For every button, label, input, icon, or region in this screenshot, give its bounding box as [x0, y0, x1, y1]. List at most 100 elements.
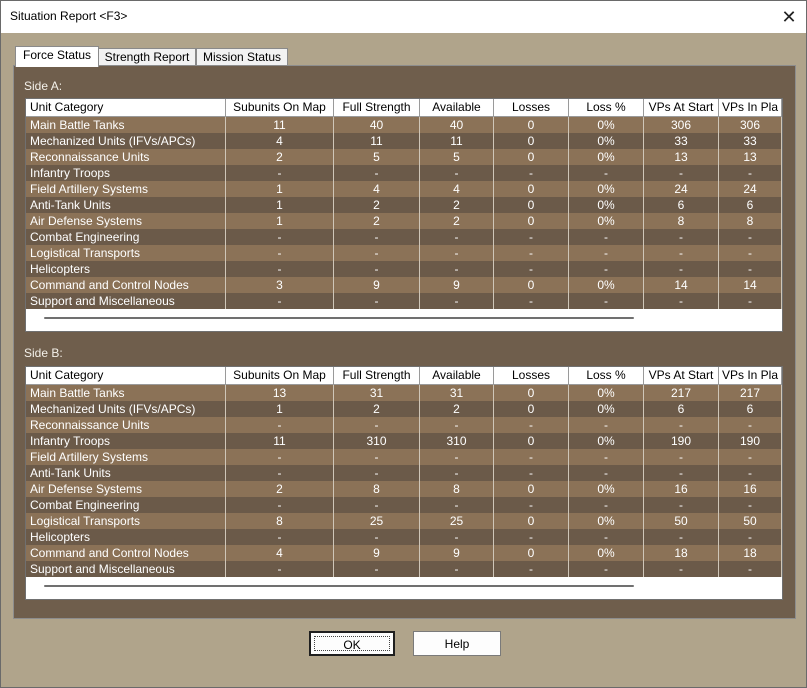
column-header[interactable]: VPs In Pla: [719, 367, 782, 384]
value-cell: -: [644, 561, 719, 577]
column-header[interactable]: Full Strength: [334, 99, 420, 116]
column-header[interactable]: Available: [420, 367, 494, 384]
value-cell: -: [644, 245, 719, 261]
value-cell: -: [719, 465, 782, 481]
value-cell: 2: [334, 197, 420, 213]
unit-category-cell: Infantry Troops: [26, 165, 226, 181]
column-header[interactable]: Losses: [494, 99, 569, 116]
value-cell: -: [494, 229, 569, 245]
table-row[interactable]: Air Defense Systems 2 8 8 0 0% 16 16: [26, 481, 782, 498]
scrollbar-thumb[interactable]: [44, 317, 634, 319]
tab-strength-report[interactable]: Strength Report: [98, 48, 196, 66]
column-header[interactable]: Available: [420, 99, 494, 116]
column-header[interactable]: Subunits On Map: [226, 367, 334, 384]
table-row[interactable]: Support and Miscellaneous - - - - - - -: [26, 561, 782, 578]
horizontal-scrollbar[interactable]: [26, 309, 782, 327]
column-header[interactable]: Full Strength: [334, 367, 420, 384]
value-cell: 50: [719, 513, 782, 529]
table-row[interactable]: Field Artillery Systems - - - - - - -: [26, 449, 782, 466]
unit-category-cell: Helicopters: [26, 529, 226, 545]
value-cell: 6: [644, 401, 719, 417]
value-cell: 0%: [569, 545, 644, 561]
value-cell: 25: [420, 513, 494, 529]
value-cell: -: [334, 229, 420, 245]
value-cell: 0: [494, 181, 569, 197]
value-cell: 6: [644, 197, 719, 213]
unit-category-cell: Reconnaissance Units: [26, 417, 226, 433]
table-row[interactable]: Infantry Troops 11 310 310 0 0% 190 190: [26, 433, 782, 450]
column-header[interactable]: Subunits On Map: [226, 99, 334, 116]
value-cell: -: [644, 229, 719, 245]
value-cell: 11: [420, 133, 494, 149]
value-cell: -: [334, 529, 420, 545]
column-header[interactable]: Losses: [494, 367, 569, 384]
table-row[interactable]: Combat Engineering - - - - - - -: [26, 497, 782, 514]
value-cell: -: [420, 497, 494, 513]
table-row[interactable]: Command and Control Nodes 4 9 9 0 0% 18 18: [26, 545, 782, 562]
value-cell: 9: [334, 545, 420, 561]
value-cell: 0%: [569, 433, 644, 449]
table-row[interactable]: Air Defense Systems 1 2 2 0 0% 8 8: [26, 213, 782, 230]
side-b-table[interactable]: Unit Category Subunits On Map Full Strengt…: [25, 366, 783, 600]
value-cell: 16: [644, 481, 719, 497]
table-row[interactable]: Mechanized Units (IFVs/APCs) 1 2 2 0 0% 6 6: [26, 401, 782, 418]
table-row[interactable]: Main Battle Tanks 11 40 40 0 0% 306 306: [26, 117, 782, 134]
table-row[interactable]: Main Battle Tanks 13 31 31 0 0% 217 217: [26, 385, 782, 402]
value-cell: 2: [420, 401, 494, 417]
value-cell: 1: [226, 213, 334, 229]
value-cell: 0%: [569, 385, 644, 401]
value-cell: 9: [420, 545, 494, 561]
value-cell: -: [569, 293, 644, 309]
ok-button[interactable]: OK: [309, 631, 395, 656]
value-cell: 0: [494, 149, 569, 165]
scrollbar-thumb[interactable]: [44, 585, 634, 587]
table-row[interactable]: Infantry Troops - - - - - - -: [26, 165, 782, 182]
table-row[interactable]: Support and Miscellaneous - - - - - - -: [26, 293, 782, 310]
side-a-table[interactable]: Unit Category Subunits On Map Full Strengt…: [25, 98, 783, 332]
table-row[interactable]: Helicopters - - - - - - -: [26, 261, 782, 278]
value-cell: 14: [644, 277, 719, 293]
close-icon[interactable]: ✕: [772, 1, 806, 33]
table-row[interactable]: Helicopters - - - - - - -: [26, 529, 782, 546]
help-button[interactable]: Help: [413, 631, 501, 656]
table-row[interactable]: Combat Engineering - - - - - - -: [26, 229, 782, 246]
value-cell: -: [569, 261, 644, 277]
value-cell: -: [226, 261, 334, 277]
table-row[interactable]: Anti-Tank Units 1 2 2 0 0% 6 6: [26, 197, 782, 214]
value-cell: 9: [334, 277, 420, 293]
column-header[interactable]: VPs At Start: [644, 367, 719, 384]
table-row[interactable]: Command and Control Nodes 3 9 9 0 0% 14 14: [26, 277, 782, 294]
table-row[interactable]: Logistical Transports - - - - - - -: [26, 245, 782, 262]
value-cell: 0%: [569, 133, 644, 149]
value-cell: 0%: [569, 197, 644, 213]
horizontal-scrollbar[interactable]: [26, 577, 782, 595]
table-row[interactable]: Logistical Transports 8 25 25 0 0% 50 50: [26, 513, 782, 530]
value-cell: -: [494, 529, 569, 545]
unit-category-cell: Command and Control Nodes: [26, 545, 226, 561]
column-header[interactable]: VPs In Pla: [719, 99, 782, 116]
table-row[interactable]: Reconnaissance Units - - - - - - -: [26, 417, 782, 434]
unit-category-cell: Mechanized Units (IFVs/APCs): [26, 133, 226, 149]
unit-category-cell: Field Artillery Systems: [26, 181, 226, 197]
value-cell: -: [420, 529, 494, 545]
table-header-row: Unit Category Subunits On Map Full Strengt…: [26, 99, 782, 117]
value-cell: -: [494, 417, 569, 433]
table-row[interactable]: Anti-Tank Units - - - - - - -: [26, 465, 782, 482]
value-cell: 0: [494, 401, 569, 417]
unit-category-cell: Combat Engineering: [26, 497, 226, 513]
column-header[interactable]: Loss %: [569, 367, 644, 384]
value-cell: -: [644, 465, 719, 481]
column-header[interactable]: Loss %: [569, 99, 644, 116]
column-header[interactable]: Unit Category: [26, 99, 226, 116]
column-header[interactable]: Unit Category: [26, 367, 226, 384]
value-cell: -: [420, 229, 494, 245]
table-row[interactable]: Field Artillery Systems 1 4 4 0 0% 24 24: [26, 181, 782, 198]
value-cell: 5: [334, 149, 420, 165]
tab-mission-status[interactable]: Mission Status: [196, 48, 288, 66]
column-header[interactable]: VPs At Start: [644, 99, 719, 116]
tab-force-status[interactable]: Force Status: [15, 46, 99, 67]
side-b-label: Side B:: [24, 346, 63, 360]
table-row[interactable]: Mechanized Units (IFVs/APCs) 4 11 11 0 0% 33 33: [26, 133, 782, 150]
unit-category-cell: Support and Miscellaneous: [26, 293, 226, 309]
table-row[interactable]: Reconnaissance Units 2 5 5 0 0% 13 13: [26, 149, 782, 166]
